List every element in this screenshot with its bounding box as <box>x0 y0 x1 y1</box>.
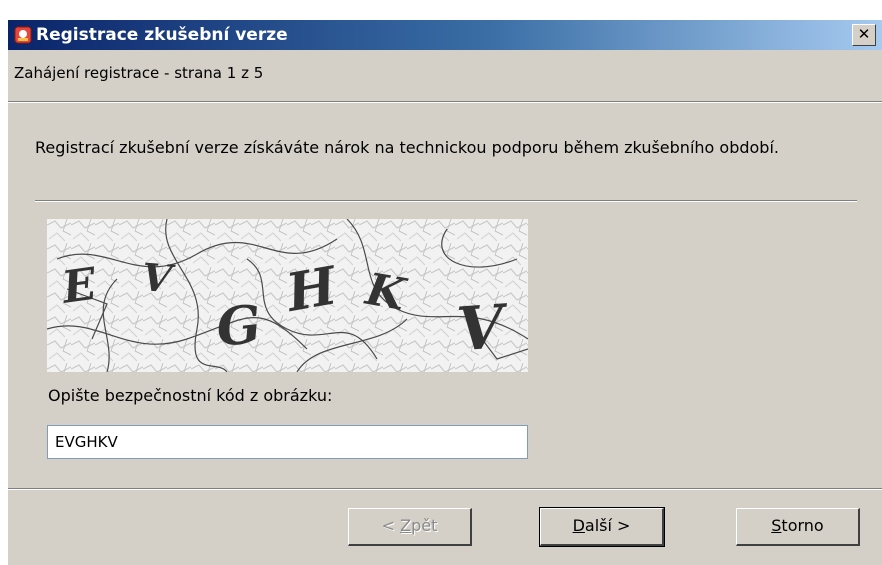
close-icon[interactable]: ✕ <box>852 24 876 46</box>
intro-divider <box>35 200 857 202</box>
back-button-mnemonic: Z <box>400 516 412 535</box>
registration-dialog: Registrace zkušební verze ✕ Zahájení reg… <box>8 20 882 565</box>
cancel-button-rest: torno <box>781 516 824 535</box>
window-title: Registrace zkušební verze <box>36 25 288 45</box>
back-button-prefix: < <box>381 516 401 535</box>
registration-app-icon <box>14 26 32 44</box>
security-code-input[interactable] <box>47 425 528 459</box>
footer-divider <box>8 488 882 490</box>
intro-text: Registrací zkušební verze získáváte náro… <box>35 138 779 157</box>
step-label: Zahájení registrace - strana 1 z 5 <box>14 64 264 82</box>
back-button[interactable]: < Zpět <box>348 508 472 546</box>
back-button-rest: pět <box>411 516 438 535</box>
header-divider <box>8 101 882 103</box>
next-button[interactable]: Další > <box>539 507 665 547</box>
captcha-prompt: Opište bezpečnostní kód z obrázku: <box>48 386 333 405</box>
next-button-rest: alší > <box>584 516 631 535</box>
title-bar[interactable]: Registrace zkušební verze ✕ <box>8 20 882 50</box>
captcha-letter-3: G <box>214 294 265 359</box>
captcha-image: E V G H K V <box>47 219 528 372</box>
cancel-button[interactable]: Storno <box>736 508 860 546</box>
cancel-button-mnemonic: S <box>771 516 782 535</box>
next-button-mnemonic: D <box>572 516 585 535</box>
